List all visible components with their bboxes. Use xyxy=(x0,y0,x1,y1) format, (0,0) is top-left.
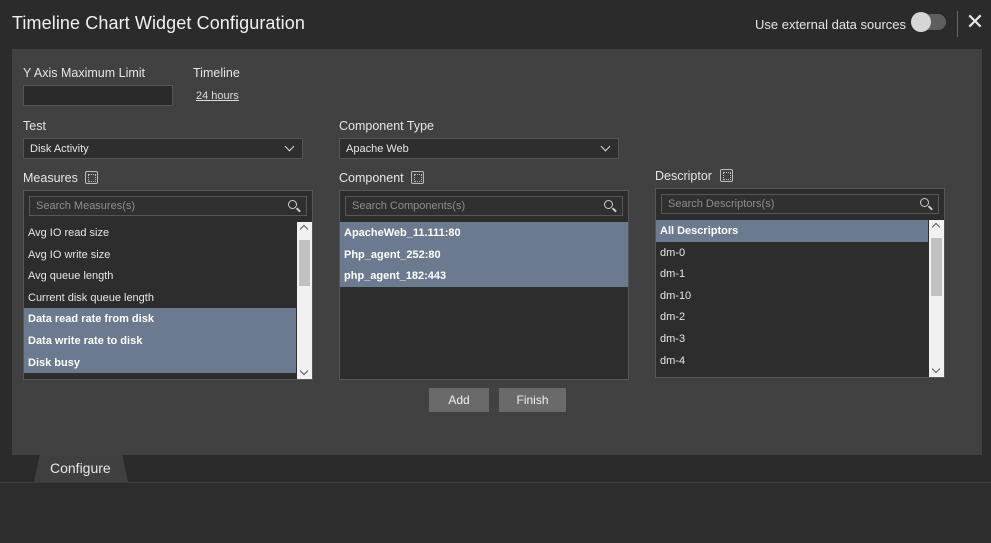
list-item[interactable]: Disk busy xyxy=(24,351,296,374)
descriptors-listbox: All Descriptors dm-0 dm-1 dm-10 dm-2 dm-… xyxy=(655,188,945,378)
test-select-value: Disk Activity xyxy=(30,143,89,155)
list-item[interactable]: Avg queue length xyxy=(24,265,296,287)
components-search-input[interactable] xyxy=(346,197,598,215)
measures-listbox: Avg IO read size Avg IO write size Avg q… xyxy=(23,190,313,380)
chevron-down-icon xyxy=(284,141,295,152)
component-type-select[interactable]: Apache Web xyxy=(339,138,619,159)
components-items: ApacheWeb_11.111:80 Php_agent_252:80 php… xyxy=(340,222,628,287)
measures-search xyxy=(29,196,307,216)
component-type-label: Component Type xyxy=(339,119,434,133)
tab-strip xyxy=(0,455,991,482)
dialog-header: Timeline Chart Widget Configuration Use … xyxy=(0,0,991,48)
descriptors-items: All Descriptors dm-0 dm-1 dm-10 dm-2 dm-… xyxy=(656,220,928,371)
measures-scrollbar[interactable] xyxy=(297,222,312,379)
ymax-label: Y Axis Maximum Limit xyxy=(23,66,146,80)
scroll-up-icon[interactable] xyxy=(299,224,309,234)
timeline-link[interactable]: 24 hours xyxy=(196,90,239,102)
scroll-down-icon[interactable] xyxy=(299,366,309,376)
list-item[interactable]: dm-3 xyxy=(656,328,928,350)
scroll-down-icon[interactable] xyxy=(931,364,941,374)
scroll-thumb[interactable] xyxy=(299,240,310,286)
list-item[interactable]: dm-1 xyxy=(656,263,928,285)
timeline-label: Timeline xyxy=(193,66,240,80)
component-label: Component xyxy=(339,171,404,185)
external-data-toggle[interactable] xyxy=(911,12,946,32)
list-item[interactable]: dm-2 xyxy=(656,306,928,328)
descriptors-search-input[interactable] xyxy=(662,195,914,213)
footer-area xyxy=(0,482,991,543)
chevron-down-icon xyxy=(600,141,611,152)
test-label: Test xyxy=(23,119,46,133)
search-icon[interactable] xyxy=(604,200,617,213)
dialog-title: Timeline Chart Widget Configuration xyxy=(12,13,305,33)
measures-label: Measures xyxy=(23,171,78,185)
expand-icon[interactable] xyxy=(720,169,733,182)
expand-icon[interactable] xyxy=(85,171,98,184)
descriptors-scrollbar[interactable] xyxy=(929,220,944,377)
descriptor-label: Descriptor xyxy=(655,169,712,183)
components-search xyxy=(345,196,623,216)
search-icon[interactable] xyxy=(920,198,933,211)
list-item[interactable]: Data write rate to disk xyxy=(24,329,296,352)
ymax-input[interactable] xyxy=(23,85,173,106)
list-item[interactable]: Current disk queue length xyxy=(24,287,296,309)
header-divider xyxy=(957,11,958,37)
expand-icon[interactable] xyxy=(411,171,424,184)
list-item[interactable]: ApacheWeb_11.111:80 xyxy=(340,222,628,244)
list-item[interactable]: dm-0 xyxy=(656,242,928,264)
list-item[interactable]: dm-10 xyxy=(656,285,928,307)
tab-configure-label[interactable]: Configure xyxy=(50,460,111,476)
list-item[interactable]: Avg IO write size xyxy=(24,244,296,266)
descriptors-search xyxy=(661,194,939,214)
close-icon[interactable]: ✕ xyxy=(964,11,986,35)
list-item[interactable]: Data read rate from disk xyxy=(24,308,296,330)
scroll-up-icon[interactable] xyxy=(931,222,941,232)
finish-button[interactable]: Finish xyxy=(499,388,566,412)
measures-items: Avg IO read size Avg IO write size Avg q… xyxy=(24,222,296,374)
list-item[interactable]: Php_agent_252:80 xyxy=(340,243,628,266)
list-item[interactable]: dm-4 xyxy=(656,350,928,372)
external-data-label: Use external data sources xyxy=(755,17,907,32)
component-type-value: Apache Web xyxy=(346,143,409,155)
test-select[interactable]: Disk Activity xyxy=(23,138,303,159)
add-button[interactable]: Add xyxy=(429,388,489,412)
measures-search-input[interactable] xyxy=(30,197,282,215)
list-item[interactable]: Avg IO read size xyxy=(24,222,296,244)
list-item[interactable]: php_agent_182:443 xyxy=(340,265,628,287)
scroll-thumb[interactable] xyxy=(931,238,942,296)
list-item[interactable]: All Descriptors xyxy=(656,220,928,242)
search-icon[interactable] xyxy=(288,200,301,213)
components-listbox: ApacheWeb_11.111:80 Php_agent_252:80 php… xyxy=(339,190,629,380)
toggle-knob[interactable] xyxy=(911,12,931,32)
